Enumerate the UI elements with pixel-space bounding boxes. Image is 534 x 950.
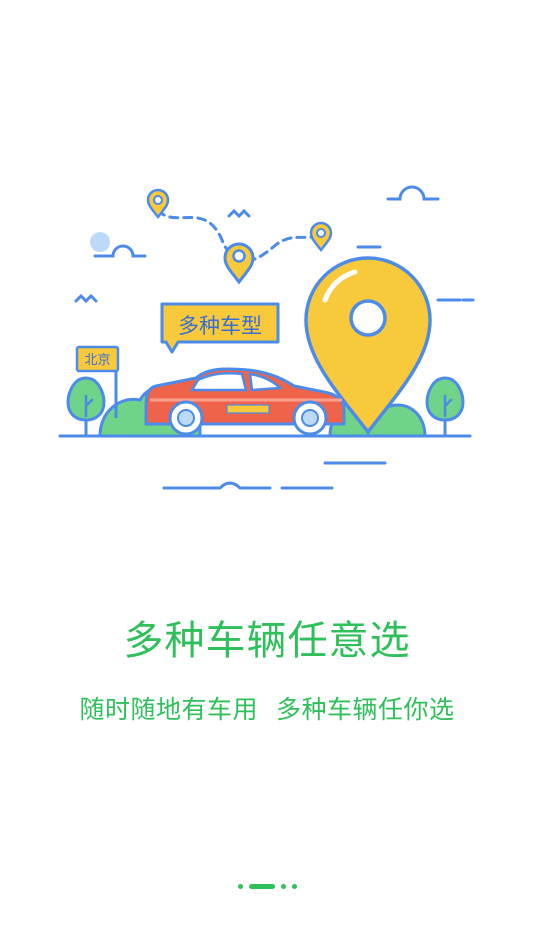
onboarding-illustration: 北京 多种车型	[58, 185, 475, 490]
bird-icon	[74, 293, 98, 304]
subtitle-part-1: 随时随地有车用	[79, 695, 258, 724]
location-pin-icon	[309, 221, 333, 253]
page-title: 多种车辆任意选	[123, 618, 411, 664]
cloud-icon	[90, 232, 147, 258]
tree-icon	[425, 376, 465, 436]
bird-icon	[227, 208, 251, 219]
page-indicator-dot[interactable]	[237, 883, 243, 889]
subtitle-part-2: 多种车辆任你选	[276, 695, 455, 724]
location-pin-icon	[146, 188, 170, 220]
car-type-bubble-label: 多种车型	[178, 314, 262, 338]
page-subtitle: 随时随地有车用 多种车辆任你选	[0, 690, 534, 726]
car-type-bubble: 多种车型	[160, 302, 280, 354]
page-indicator-dot[interactable]	[291, 883, 297, 889]
page-indicator	[0, 881, 534, 891]
tree-icon	[66, 376, 106, 436]
city-sign-label: 北京	[84, 353, 110, 368]
page-indicator-dot[interactable]	[280, 883, 286, 889]
location-pin-icon	[223, 242, 255, 285]
cloud-icon	[386, 185, 440, 201]
car-illustration	[144, 367, 346, 436]
page-indicator-dot-active[interactable]	[248, 883, 275, 889]
